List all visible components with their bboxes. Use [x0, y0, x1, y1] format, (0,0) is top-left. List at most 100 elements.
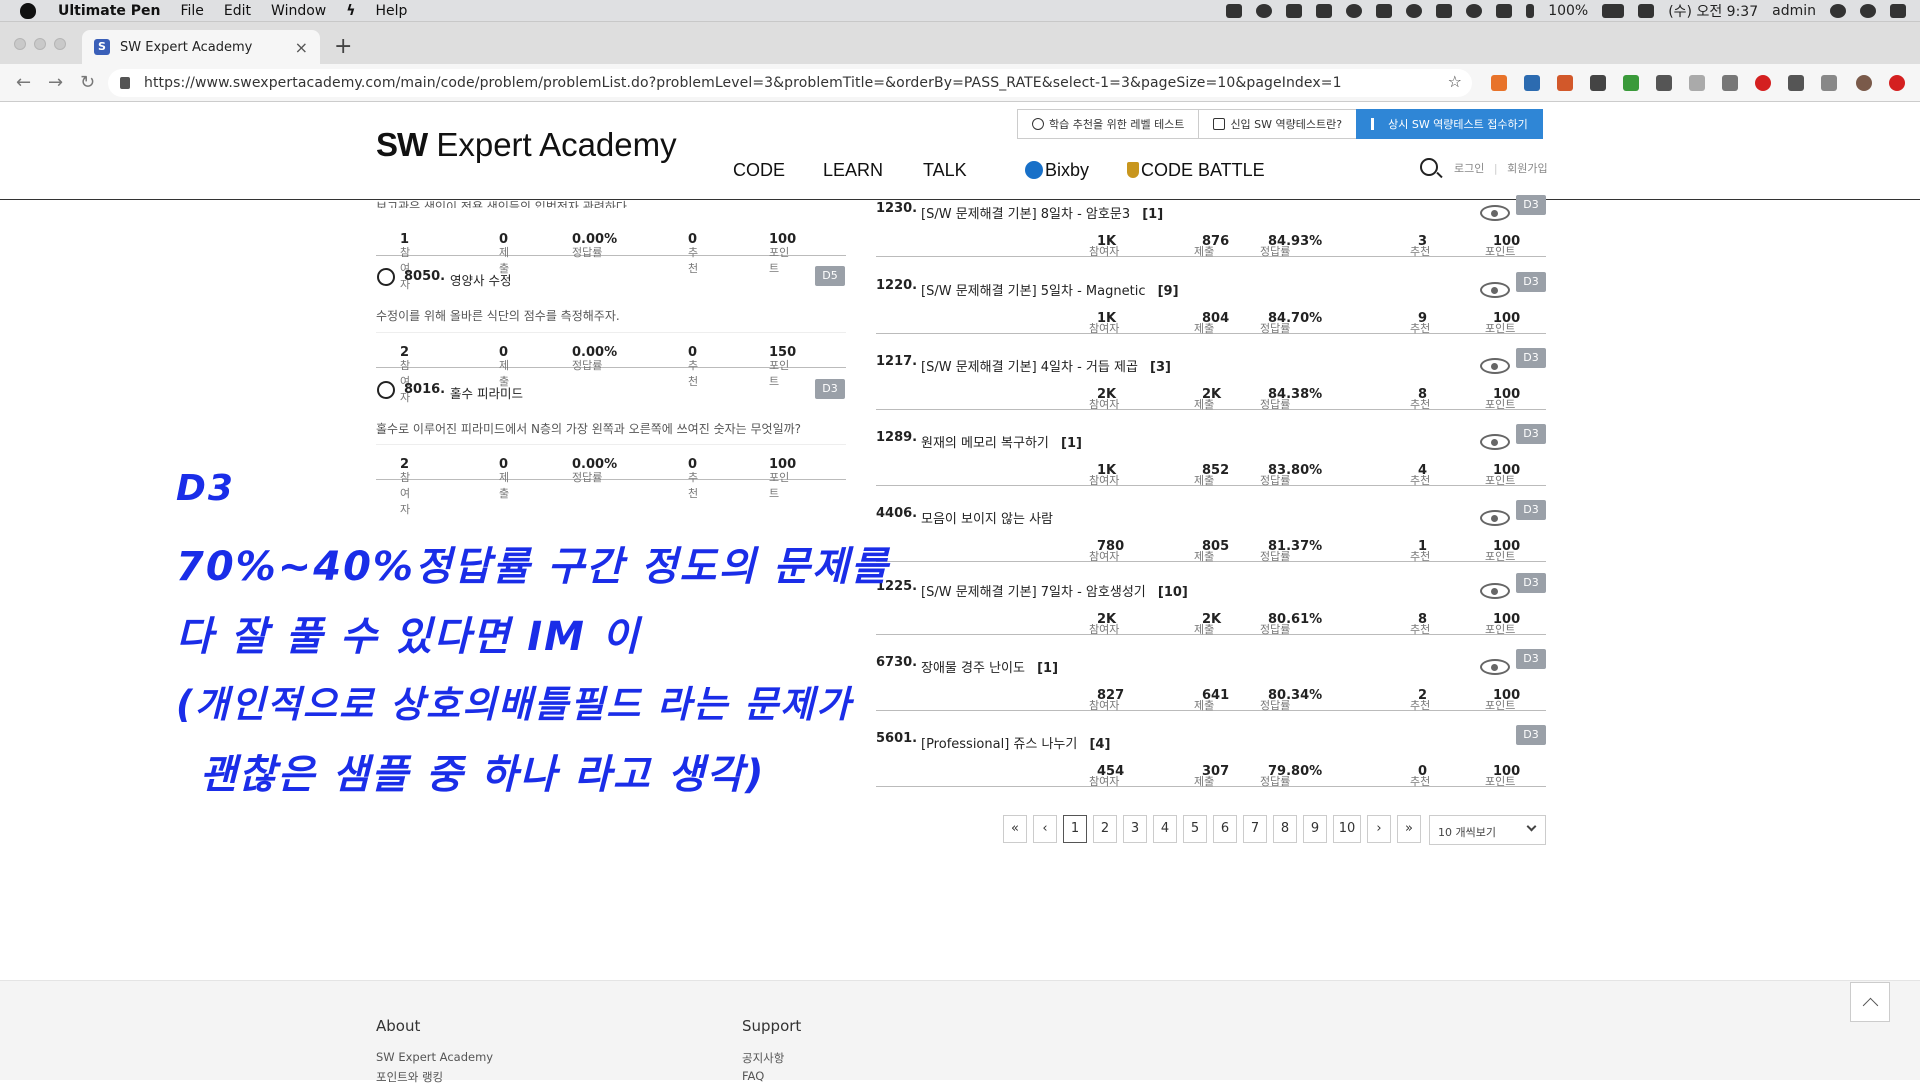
problem-title[interactable]: 원재의 메모리 복구하기 [1] — [921, 432, 1082, 451]
extension-icon[interactable] — [1821, 75, 1837, 91]
new-tab-button[interactable]: + — [334, 34, 352, 59]
volume-icon[interactable] — [1496, 4, 1513, 18]
scroll-to-top-button[interactable] — [1850, 982, 1890, 1022]
cloud-icon[interactable] — [1406, 4, 1423, 18]
menu-edit[interactable]: Edit — [224, 3, 251, 19]
tray-box-icon[interactable] — [1436, 4, 1453, 18]
site-logo[interactable]: SW Expert Academy — [376, 126, 677, 164]
tab-close-icon[interactable]: × — [295, 38, 308, 57]
problem-title-row[interactable]: 8050. 영양사 수정 D5 — [376, 258, 846, 296]
bookmark-star-icon[interactable]: ☆ — [1448, 72, 1462, 91]
level-test-button[interactable]: 학습 추천을 위한 레벨 테스트 — [1017, 109, 1200, 139]
dropbox-icon[interactable] — [1226, 4, 1243, 18]
footer-link[interactable]: FAQ — [742, 1069, 764, 1083]
problem-title[interactable]: [S/W 문제해결 기본] 8일차 - 암호문3 [1] — [921, 203, 1163, 222]
notification-center-icon[interactable] — [1890, 4, 1906, 18]
last-page-button[interactable]: » — [1397, 815, 1421, 843]
extension-icon[interactable] — [1755, 75, 1771, 91]
window-close-button[interactable] — [14, 38, 26, 50]
extension-icon[interactable] — [1656, 75, 1672, 91]
eye-icon[interactable] — [1480, 358, 1510, 374]
problem-title[interactable]: [S/W 문제해결 기본] 5일차 - Magnetic [9] — [921, 280, 1179, 299]
line-icon[interactable] — [1256, 4, 1273, 18]
nav-talk[interactable]: TALK — [923, 160, 967, 181]
menu-file[interactable]: File — [180, 3, 203, 19]
record-icon[interactable] — [1346, 4, 1363, 18]
footer-link[interactable]: 공지사항 — [742, 1050, 784, 1066]
problem-title-row[interactable]: 8016. 홀수 피라미드 D3 — [376, 371, 846, 409]
footer-link[interactable]: SW Expert Academy — [376, 1050, 493, 1064]
extension-icon[interactable] — [1590, 75, 1606, 91]
footer-link[interactable]: 포인트와 랭킹 — [376, 1069, 443, 1085]
extension-icon[interactable] — [1491, 75, 1507, 91]
next-page-button[interactable]: › — [1367, 815, 1391, 843]
address-bar[interactable]: https://www.swexpertacademy.com/main/cod… — [108, 69, 1472, 97]
update-icon[interactable] — [1889, 75, 1905, 91]
page-2-button[interactable]: 2 — [1093, 815, 1117, 843]
page-6-button[interactable]: 6 — [1213, 815, 1237, 843]
menubar-clock[interactable]: (수) 오전 9:37 — [1668, 1, 1758, 21]
reload-icon[interactable]: ↻ — [80, 72, 95, 93]
page-size-select[interactable]: 10 개씩보기 — [1429, 815, 1546, 845]
browser-tab[interactable]: S SW Expert Academy × — [82, 30, 320, 64]
d-app-icon[interactable] — [1376, 4, 1393, 18]
signup-link[interactable]: 회원가입 — [1507, 162, 1547, 175]
battery-icon[interactable] — [1602, 4, 1625, 18]
page-9-button[interactable]: 9 — [1303, 815, 1327, 843]
extension-icon[interactable] — [1623, 75, 1639, 91]
search-icon[interactable] — [1420, 158, 1438, 176]
spotlight-icon[interactable] — [1830, 4, 1846, 18]
extension-icon[interactable] — [1788, 75, 1804, 91]
back-icon[interactable]: ← — [16, 72, 31, 93]
url-text[interactable]: https://www.swexpertacademy.com/main/cod… — [144, 75, 1342, 91]
extension-icon[interactable] — [1524, 75, 1540, 91]
nav-bixby[interactable]: Bixby — [1025, 160, 1089, 181]
sw-test-apply-button[interactable]: 상시 SW 역량테스트 접수하기 — [1356, 109, 1543, 139]
window-minimize-button[interactable] — [34, 38, 46, 50]
problem-title[interactable]: 홀수 피라미드 — [450, 383, 523, 402]
eye-icon[interactable] — [1480, 205, 1510, 221]
page-3-button[interactable]: 3 — [1123, 815, 1147, 843]
window-zoom-button[interactable] — [54, 38, 66, 50]
problem-title[interactable]: 장애물 경주 난이도 [1] — [921, 657, 1058, 676]
menu-app-name[interactable]: Ultimate Pen — [58, 3, 160, 19]
bolt-icon[interactable]: ϟ — [346, 3, 355, 19]
page-10-button[interactable]: 10 — [1333, 815, 1361, 843]
eye-icon[interactable] — [1480, 659, 1510, 675]
eye-icon[interactable] — [1480, 282, 1510, 298]
menu-help[interactable]: Help — [376, 3, 408, 19]
wifi-icon[interactable] — [1466, 4, 1483, 18]
battery-percent[interactable]: 100% — [1548, 3, 1588, 19]
menu-window[interactable]: Window — [271, 3, 326, 19]
eye-icon[interactable] — [1480, 434, 1510, 450]
nav-learn[interactable]: LEARN — [823, 160, 883, 181]
download-icon[interactable] — [1722, 75, 1738, 91]
extension-icon[interactable] — [1557, 75, 1573, 91]
page-8-button[interactable]: 8 — [1273, 815, 1297, 843]
tray-app-icon[interactable] — [1286, 4, 1303, 18]
login-link[interactable]: 로그인 — [1454, 162, 1484, 175]
problem-title[interactable]: [S/W 문제해결 기본] 4일차 - 거듭 제곱 [3] — [921, 356, 1171, 375]
nav-code-battle[interactable]: CODE BATTLE — [1127, 160, 1265, 181]
menubar-user[interactable]: admin — [1772, 3, 1816, 19]
problem-title[interactable]: 모음이 보이지 않는 사람 — [921, 508, 1061, 527]
tray-grid-icon[interactable] — [1316, 4, 1333, 18]
problem-title[interactable]: 영양사 수정 — [450, 270, 511, 289]
sw-test-info-button[interactable]: 신입 SW 역량테스트란? — [1198, 109, 1358, 139]
eye-icon[interactable] — [1480, 583, 1510, 599]
page-7-button[interactable]: 7 — [1243, 815, 1267, 843]
extension-icon[interactable] — [1689, 75, 1705, 91]
bluetooth-icon[interactable] — [1526, 4, 1535, 18]
prev-page-button[interactable]: ‹ — [1033, 815, 1057, 843]
page-4-button[interactable]: 4 — [1153, 815, 1177, 843]
page-5-button[interactable]: 5 — [1183, 815, 1207, 843]
apple-icon[interactable] — [20, 2, 36, 19]
profile-avatar[interactable] — [1856, 75, 1872, 91]
nav-code[interactable]: CODE — [733, 160, 785, 181]
siri-icon[interactable] — [1860, 4, 1876, 18]
page-1-button[interactable]: 1 — [1063, 815, 1087, 843]
problem-title[interactable]: [Professional] 쥬스 나누기 [4] — [921, 733, 1110, 752]
problem-title[interactable]: [S/W 문제해결 기본] 7일차 - 암호생성기 [10] — [921, 581, 1188, 600]
eye-icon[interactable] — [1480, 510, 1510, 526]
forward-icon[interactable]: → — [48, 72, 63, 93]
